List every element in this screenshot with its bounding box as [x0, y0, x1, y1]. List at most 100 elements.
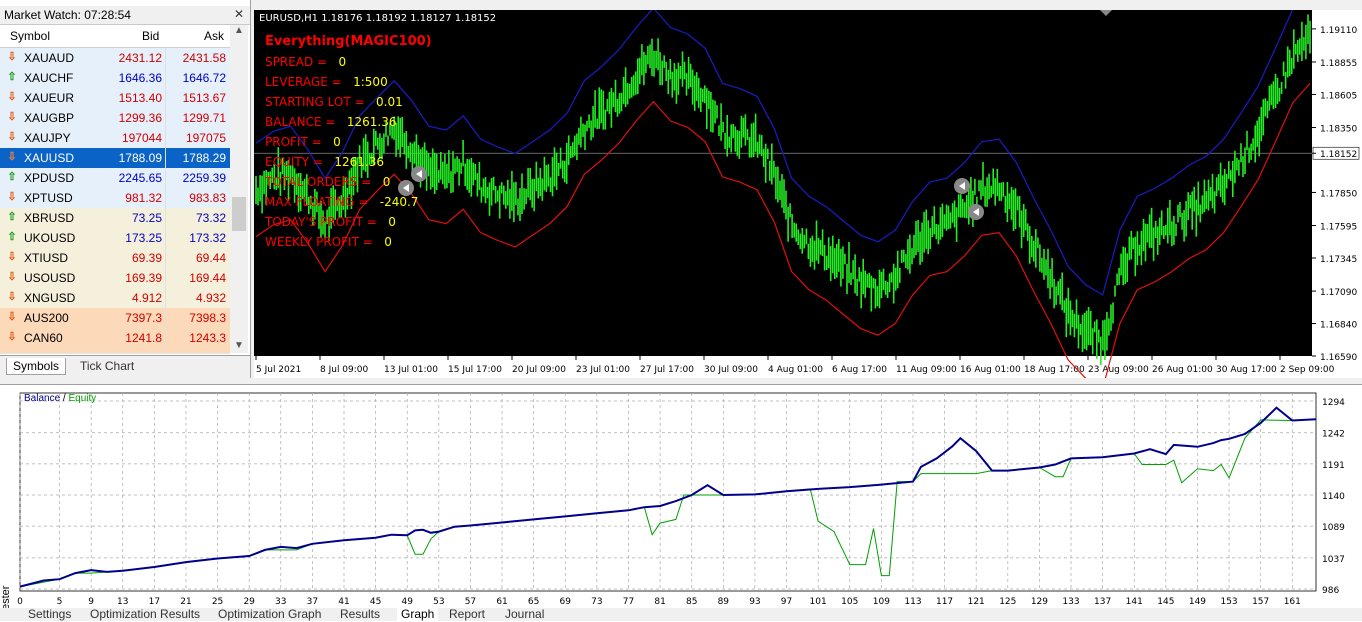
symbol-name: UKOUSD [24, 231, 76, 245]
symbol-name: XAUEUR [24, 91, 75, 105]
symbol-name: XAUGBP [24, 111, 75, 125]
column-header-symbol[interactable]: Symbol [10, 29, 50, 43]
ea-info-label: STARTING LOT = [265, 95, 365, 109]
tab-optimization-results[interactable]: Optimization Results [90, 608, 200, 621]
market-row-xauaud[interactable]: ⇩ XAUAUD 2431.12 2431.58 [0, 48, 230, 69]
ea-info-value: 0 [327, 55, 347, 69]
x-axis-label: 161 [1284, 597, 1301, 607]
bid-price: 1646.36 [118, 71, 162, 85]
price-chart[interactable]: 1.19110 1.18855 1.18605 1.18350 1.18152 1.178… [254, 10, 1362, 378]
ask-price: 1513.67 [182, 91, 226, 105]
ask-price: 4.932 [195, 291, 226, 305]
bid-price: 197044 [121, 131, 162, 145]
ea-info-label: BALANCE = [265, 115, 336, 129]
ask-price: 1243.3 [189, 331, 226, 345]
y-axis-label: 986 [1322, 586, 1339, 596]
x-axis-label: 17 [149, 597, 160, 607]
market-watch-scrollbar[interactable]: ▲ ▼ [230, 25, 248, 353]
tab-journal[interactable]: Journal [505, 608, 544, 621]
bid-price: 1299.36 [118, 111, 162, 125]
shift-marker-icon[interactable] [1100, 10, 1112, 16]
market-row-partial[interactable] [0, 348, 230, 354]
symbol-name: USOUSD [24, 271, 76, 285]
market-row-can60[interactable]: ⇩ CAN60 1241.8 1243.3 [0, 328, 230, 349]
tester-plot-area [19, 392, 1317, 592]
ea-info-value: 1261.36 [335, 115, 397, 129]
x-axis-label: 61 [496, 597, 507, 607]
ea-info-value: 0 [371, 175, 391, 189]
time-axis-label: 4 Aug 01:00 [768, 365, 823, 375]
x-axis-label: 41 [338, 597, 349, 607]
arrow-down-icon: ⇩ [7, 291, 17, 303]
tab-symbols[interactable]: Symbols [6, 358, 67, 375]
scroll-down-icon[interactable]: ▼ [234, 340, 244, 351]
time-axis-label: 26 Aug 01:00 [1152, 365, 1213, 375]
ea-info-label: SPREAD = [265, 55, 328, 69]
market-row-xauusd[interactable]: ⇩ XAUUSD 1788.09 1788.29 [0, 148, 230, 169]
ea-info-label: LEVERAGE = [265, 75, 342, 89]
ask-price: 2259.39 [182, 171, 226, 185]
ea-info-line: TOTAL ORDERS = 0 [265, 172, 432, 192]
tab-report[interactable]: Report [449, 608, 485, 621]
bid-price: 981.32 [125, 191, 162, 205]
symbol-name: XTIUSD [24, 251, 69, 265]
y-axis-label: 1037 [1322, 555, 1345, 565]
market-row-xauchf[interactable]: ⇧ XAUCHF 1646.36 1646.72 [0, 68, 230, 89]
x-axis-label: 93 [749, 597, 760, 607]
arrow-down-icon: ⇩ [7, 311, 17, 323]
market-row-xpdusd[interactable]: ⇧ XPDUSD 2245.65 2259.39 [0, 168, 230, 189]
market-row-xngusd[interactable]: ⇩ XNGUSD 4.912 4.932 [0, 288, 230, 309]
market-row-xaujpy[interactable]: ⇩ XAUJPY 197044 197075 [0, 128, 230, 149]
x-axis-label: 29 [243, 597, 255, 607]
bid-price: 169.39 [125, 271, 162, 285]
tab-tick-chart[interactable]: Tick Chart [74, 358, 140, 374]
scrollbar-thumb[interactable] [232, 197, 246, 231]
x-axis-label: 57 [465, 597, 476, 607]
close-icon[interactable]: ✕ [232, 7, 246, 21]
x-axis-label: 97 [781, 597, 792, 607]
market-row-ukousd[interactable]: ⇧ UKOUSD 173.25 173.32 [0, 228, 230, 249]
ea-info-line: SPREAD = 0 [265, 52, 432, 72]
ea-info-label: TOTAL ORDERS = [265, 175, 372, 189]
column-header-bid[interactable]: Bid [142, 29, 159, 43]
price-axis-label: 1.17850 [1320, 189, 1357, 199]
x-axis-label: 69 [560, 597, 572, 607]
ea-info-line: BALANCE = 1261.36 [265, 112, 432, 132]
x-axis-label: 81 [654, 597, 665, 607]
price-axis-label: 1.16840 [1320, 321, 1357, 331]
x-axis-label: 129 [1031, 597, 1048, 607]
time-axis-label: 11 Aug 09:00 [896, 365, 957, 375]
scroll-up-icon[interactable]: ▲ [234, 25, 244, 36]
ea-info-value: 0 [376, 215, 396, 229]
ea-info-line: PROFIT = 0 [265, 132, 432, 152]
x-axis-label: 0 [17, 597, 23, 607]
y-axis-label: 1242 [1322, 430, 1345, 440]
ea-info-title: Everything(MAGIC100) [265, 34, 432, 49]
price-axis-label: 1.18605 [1320, 91, 1357, 101]
chart-legend: Balance / Equity [24, 393, 96, 404]
market-row-xaueur[interactable]: ⇩ XAUEUR 1513.40 1513.67 [0, 88, 230, 109]
market-row-aus200[interactable]: ⇩ AUS200 7397.3 7398.3 [0, 308, 230, 329]
tester-side-label: ester [0, 585, 12, 610]
tab-graph[interactable]: Graph [397, 608, 439, 621]
tab-settings[interactable]: Settings [28, 608, 71, 621]
time-axis-label: 30 Jul 09:00 [704, 365, 758, 375]
ask-price: 197075 [185, 131, 226, 145]
time-axis-label: 15 Jul 17:00 [448, 365, 502, 375]
market-row-xptusd[interactable]: ⇩ XPTUSD 981.32 983.83 [0, 188, 230, 209]
market-row-xbrusd[interactable]: ⇧ XBRUSD 73.25 73.32 [0, 208, 230, 229]
tab-optimization-graph[interactable]: Optimization Graph [218, 608, 321, 621]
ea-info-line: TODAY'S PROFIT = 0 [265, 212, 432, 232]
market-row-xaugbp[interactable]: ⇩ XAUGBP 1299.36 1299.71 [0, 108, 230, 129]
market-row-usousd[interactable]: ⇩ USOUSD 169.39 169.44 [0, 268, 230, 289]
tab-results[interactable]: Results [340, 608, 380, 621]
y-axis-label: 1089 [1322, 523, 1345, 533]
price-axis-label: 1.16590 [1320, 353, 1357, 363]
ask-price: 73.32 [195, 211, 226, 225]
market-watch-title: Market Watch: 07:28:54 [4, 8, 131, 22]
time-axis-label: 30 Aug 17:00 [1216, 365, 1277, 375]
column-header-ask[interactable]: Ask [204, 29, 224, 43]
market-row-xtiusd[interactable]: ⇩ XTIUSD 69.39 69.44 [0, 248, 230, 269]
arrow-down-icon: ⇩ [7, 271, 17, 283]
price-axis-label: 1.17345 [1320, 255, 1357, 265]
